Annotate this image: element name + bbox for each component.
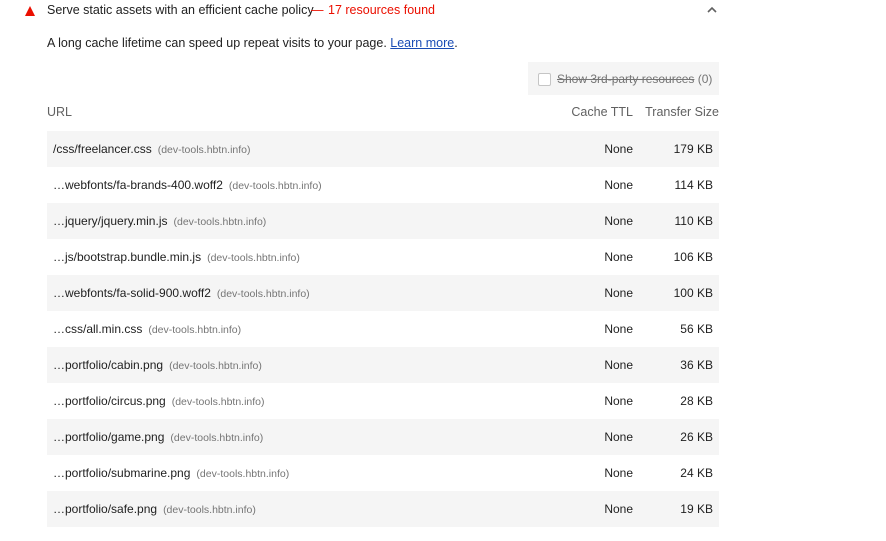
- resource-url[interactable]: …portfolio/circus.png (dev-tools.hbtn.inf…: [53, 394, 265, 408]
- resource-path: …webfonts/fa-solid-900.woff2: [53, 286, 211, 300]
- transfer-size-cell: 100 KB: [673, 286, 713, 300]
- transfer-size-cell: 110 KB: [674, 214, 713, 228]
- third-party-count: (0): [697, 72, 713, 86]
- cache-ttl-cell: None: [604, 430, 633, 444]
- cache-ttl-cell: None: [604, 358, 633, 372]
- table-header: URL Cache TTL Transfer Size: [47, 105, 719, 121]
- resource-path: …jquery/jquery.min.js: [53, 214, 168, 228]
- table-row: /css/freelancer.css (dev-tools.hbtn.info)…: [47, 131, 719, 167]
- resource-host: (dev-tools.hbtn.info): [169, 360, 262, 372]
- cache-ttl-cell: None: [604, 322, 633, 336]
- resource-host: (dev-tools.hbtn.info): [216, 288, 310, 300]
- table-row: …webfonts/fa-solid-900.woff2 (dev-tools.h…: [47, 275, 719, 311]
- resource-path: …portfolio/circus.png: [53, 394, 166, 408]
- audit-title: Serve static assets with an efficient ca…: [47, 3, 314, 17]
- audit-separator: —: [311, 3, 324, 17]
- resource-host: (dev-tools.hbtn.info): [196, 468, 290, 480]
- resource-path: …js/bootstrap.bundle.min.js: [53, 250, 202, 264]
- transfer-size-cell: 24 KB: [680, 466, 713, 480]
- table-row: …jquery/jquery.min.js (dev-tools.hbtn.inf…: [47, 203, 719, 239]
- transfer-size-cell: 179 KB: [673, 142, 713, 156]
- resource-url[interactable]: …webfonts/fa-solid-900.woff2 (dev-tools.h…: [53, 286, 310, 300]
- transfer-size-cell: 26 KB: [680, 430, 713, 444]
- audit-display-value: 17 resources found: [328, 3, 436, 17]
- cache-ttl-cell: None: [604, 178, 633, 192]
- resource-host: (dev-tools.hbtn.info): [163, 504, 256, 516]
- resource-host: (dev-tools.hbtn.info): [173, 216, 267, 228]
- resource-path: …css/all.min.css: [53, 322, 143, 336]
- transfer-size-cell: 28 KB: [680, 394, 713, 408]
- table-row: …css/all.min.css (dev-tools.hbtn.info) Non…: [47, 311, 719, 347]
- transfer-size-cell: 114 KB: [674, 178, 713, 192]
- resource-path: …webfonts/fa-brands-400.woff2: [53, 178, 223, 192]
- third-party-checkbox[interactable]: [538, 73, 551, 86]
- table-row: …portfolio/cabin.png (dev-tools.hbtn.info…: [47, 347, 719, 383]
- cache-ttl-cell: None: [604, 250, 633, 264]
- cache-policy-audit: Serve static assets with an efficient ca…: [0, 0, 886, 541]
- cache-ttl-cell: None: [604, 142, 633, 156]
- table-row: …portfolio/submarine.png (dev-tools.hbtn.…: [47, 455, 719, 491]
- column-header-url: URL: [47, 105, 73, 119]
- resource-host: (dev-tools.hbtn.info): [171, 396, 265, 408]
- resource-path: …portfolio/cabin.png: [53, 358, 164, 372]
- cache-ttl-cell: None: [604, 214, 633, 228]
- resource-host: (dev-tools.hbtn.info): [148, 324, 242, 336]
- resource-url[interactable]: …jquery/jquery.min.js (dev-tools.hbtn.inf…: [53, 214, 266, 228]
- resource-path: …portfolio/safe.png: [53, 502, 158, 516]
- resource-path: …portfolio/game.png: [53, 430, 165, 444]
- description-period: .: [454, 36, 458, 50]
- resource-table-body: /css/freelancer.css (dev-tools.hbtn.info)…: [47, 131, 719, 527]
- table-row: …js/bootstrap.bundle.min.js (dev-tools.hb…: [47, 239, 719, 275]
- resource-url[interactable]: …portfolio/game.png (dev-tools.hbtn.info): [53, 430, 263, 444]
- transfer-size-cell: 106 KB: [673, 250, 713, 264]
- third-party-label[interactable]: Show 3rd-party resources (0): [557, 72, 712, 86]
- fail-triangle-icon: [25, 6, 35, 16]
- cache-ttl-cell: None: [604, 502, 633, 516]
- description-text: A long cache lifetime can speed up repea…: [47, 36, 387, 50]
- resource-path: /css/freelancer.css: [53, 142, 152, 156]
- table-row: …webfonts/fa-brands-400.woff2 (dev-tools.…: [47, 167, 719, 203]
- audit-description: A long cache lifetime can speed up repea…: [47, 36, 458, 50]
- learn-more-link[interactable]: Learn more: [390, 36, 454, 50]
- resource-url[interactable]: …webfonts/fa-brands-400.woff2 (dev-tools.…: [53, 178, 322, 192]
- resource-url[interactable]: …portfolio/cabin.png (dev-tools.hbtn.info…: [53, 358, 262, 372]
- cache-ttl-cell: None: [604, 466, 633, 480]
- table-row: …portfolio/safe.png (dev-tools.hbtn.info)…: [47, 491, 719, 527]
- resource-url[interactable]: …portfolio/safe.png (dev-tools.hbtn.info): [53, 502, 256, 516]
- resource-host: (dev-tools.hbtn.info): [170, 432, 264, 444]
- chevron-up-icon[interactable]: [705, 3, 719, 17]
- resource-url[interactable]: …js/bootstrap.bundle.min.js (dev-tools.hb…: [53, 250, 300, 264]
- cache-ttl-cell: None: [604, 286, 633, 300]
- transfer-size-cell: 36 KB: [680, 358, 713, 372]
- table-row: …portfolio/game.png (dev-tools.hbtn.info)…: [47, 419, 719, 455]
- resource-host: (dev-tools.hbtn.info): [157, 144, 251, 156]
- transfer-size-cell: 56 KB: [680, 322, 713, 336]
- resource-url[interactable]: …css/all.min.css (dev-tools.hbtn.info): [53, 322, 241, 336]
- audit-header[interactable]: Serve static assets with an efficient ca…: [0, 0, 730, 22]
- resource-url[interactable]: …portfolio/submarine.png (dev-tools.hbtn.…: [53, 466, 289, 480]
- resource-path: …portfolio/submarine.png: [53, 466, 191, 480]
- table-row: …portfolio/circus.png (dev-tools.hbtn.inf…: [47, 383, 719, 419]
- resource-host: (dev-tools.hbtn.info): [228, 180, 322, 192]
- resource-url[interactable]: /css/freelancer.css (dev-tools.hbtn.info): [53, 142, 251, 156]
- third-party-label-text: Show 3rd-party resources: [557, 72, 695, 86]
- column-header-cache-ttl: Cache TTL: [571, 105, 633, 119]
- transfer-size-cell: 19 KB: [680, 502, 713, 516]
- resource-host: (dev-tools.hbtn.info): [207, 252, 300, 264]
- third-party-filter: Show 3rd-party resources (0): [528, 62, 719, 95]
- column-header-transfer-size: Transfer Size: [645, 105, 719, 119]
- cache-ttl-cell: None: [604, 394, 633, 408]
